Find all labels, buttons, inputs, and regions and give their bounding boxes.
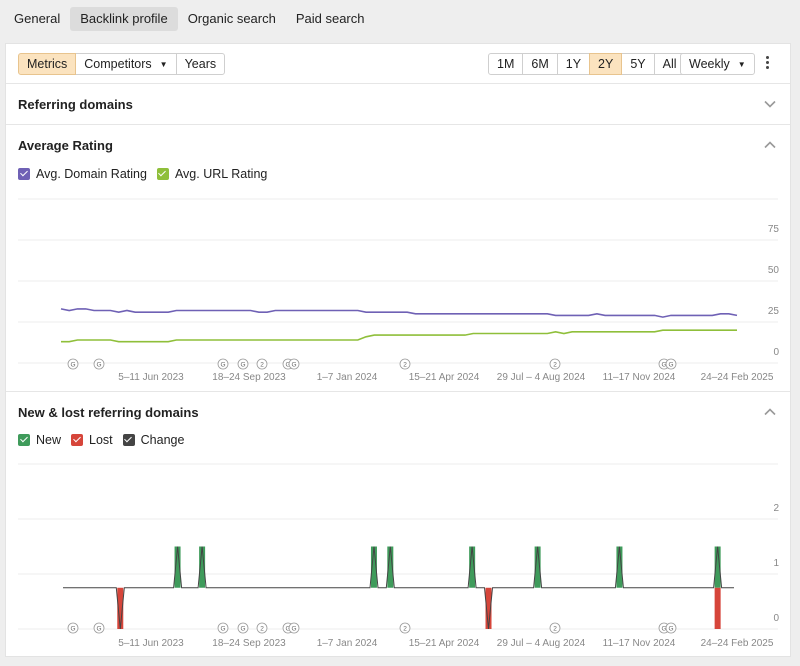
date-range-group: 1M 6M 1Y 2Y 5Y All [488,53,686,75]
x-tick-label: 29 Jul – 4 Aug 2024 [497,372,586,382]
caret-down-icon: ▼ [159,60,168,69]
annotation-label: 2 [260,362,264,369]
legend-label: Lost [89,433,113,447]
y-tick-label: 0 [773,347,779,358]
tab-general[interactable]: General [4,7,70,31]
new-lost-header[interactable]: New & lost referring domains [6,392,790,432]
annotation-label: 2 [553,626,557,633]
annotation-label: G [220,626,225,633]
y-tick-label: 0 [773,613,779,624]
annotation-label: G [291,626,296,633]
annotation-label: 2 [553,362,557,369]
more-options-icon[interactable] [766,56,770,70]
chevron-up-icon[interactable] [764,406,776,418]
x-tick-label: 15–21 Apr 2024 [409,372,480,382]
legend-domain-rating[interactable]: Avg. Domain Rating [18,167,147,181]
view-mode-group: Metrics Competitors ▼ Years [18,53,226,75]
checkbox-icon[interactable] [156,168,169,180]
interval-group: Weekly ▼ [680,53,755,75]
new-lost-title: New & lost referring domains [18,405,199,420]
y-tick-label: 1 [773,558,779,569]
x-tick-label: 18–24 Sep 2023 [212,372,286,382]
legend-label: Change [140,433,185,447]
toolbar: Metrics Competitors ▼ Years 1M 6M 1Y 2Y 5… [6,44,790,84]
legend-label: Avg. Domain Rating [36,167,147,181]
legend-url-rating[interactable]: Avg. URL Rating [156,167,268,181]
legend-change[interactable]: Change [122,433,185,447]
annotation-label: G [668,362,673,369]
chevron-down-icon[interactable] [764,98,776,110]
checkbox-icon[interactable] [71,434,84,446]
checkbox-icon[interactable] [122,434,135,446]
annotation-label: G [291,362,296,369]
y-tick-label: 2 [773,503,779,514]
x-tick-label: 11–17 Nov 2024 [603,638,676,649]
checkbox-icon[interactable] [18,434,30,446]
lost-bar [714,587,721,629]
legend-new[interactable]: New [18,433,61,447]
range-6m-button[interactable]: 6M [522,53,558,75]
tab-paid-search[interactable]: Paid search [286,7,375,31]
caret-down-icon: ▼ [737,60,746,69]
annotation-label: G [220,362,225,369]
x-tick-label: 15–21 Apr 2024 [409,638,480,649]
annotation-label: G [96,362,101,369]
referring-domains-title: Referring domains [18,97,133,112]
url-rating-line [61,329,737,343]
new-lost-legend: New Lost Change [18,433,194,447]
interval-label: Weekly [689,57,730,71]
annotation-label: G [668,626,673,633]
range-2y-button[interactable]: 2Y [589,53,623,75]
domain-rating-line [60,308,738,318]
interval-dropdown[interactable]: Weekly ▼ [680,53,755,75]
tab-organic-search[interactable]: Organic search [178,7,286,31]
x-tick-label: 1–7 Jan 2024 [317,638,378,649]
range-1m-button[interactable]: 1M [488,53,524,75]
average-rating-chart: 10075502505–11 Jun 202318–24 Sep 20231–7… [18,198,780,382]
competitors-dropdown[interactable]: Competitors ▼ [75,53,177,75]
referring-domains-header[interactable]: Referring domains [6,84,790,124]
annotation-label: 2 [260,626,264,633]
range-1y-button[interactable]: 1Y [556,53,591,75]
new-lost-chart: 32105–11 Jun 202318–24 Sep 20231–7 Jan 2… [18,463,779,649]
checkbox-icon[interactable] [18,168,30,180]
report-panel: Metrics Competitors ▼ Years 1M 6M 1Y 2Y 5… [5,43,791,657]
annotation-label: G [240,362,245,369]
legend-lost[interactable]: Lost [71,433,113,447]
y-tick-label: 50 [768,265,780,276]
y-tick-label: 25 [768,306,780,317]
annotation-label: G [70,362,75,369]
years-button[interactable]: Years [175,53,226,75]
legend-label: Avg. URL Rating [174,167,268,181]
legend-label: New [36,433,62,447]
x-tick-label: 5–11 Jun 2023 [118,638,184,649]
x-tick-label: 11–17 Nov 2024 [603,372,676,382]
annotation-label: 2 [403,362,407,369]
top-tabs: General Backlink profile Organic search … [4,7,375,31]
annotation-label: G [240,626,245,633]
x-tick-label: 24–24 Feb 2025 [701,372,774,382]
tab-backlink-profile[interactable]: Backlink profile [70,7,178,31]
metrics-button[interactable]: Metrics [18,53,77,75]
range-5y-button[interactable]: 5Y [621,53,655,75]
average-rating-title: Average Rating [18,138,113,153]
x-tick-label: 1–7 Jan 2024 [317,372,378,382]
x-tick-label: 24–24 Feb 2025 [701,638,774,649]
change-line [63,546,734,630]
x-tick-label: 29 Jul – 4 Aug 2024 [497,638,586,649]
x-tick-label: 5–11 Jun 2023 [118,372,184,382]
annotation-label: G [70,626,75,633]
competitors-label: Competitors [84,57,152,71]
y-tick-label: 75 [768,224,780,235]
average-rating-header[interactable]: Average Rating [6,125,790,165]
x-tick-label: 18–24 Sep 2023 [212,638,286,649]
annotation-label: G [96,626,101,633]
chevron-up-icon[interactable] [764,139,776,151]
annotation-label: 2 [403,626,407,633]
average-rating-legend: Avg. Domain Rating Avg. URL Rating [18,167,277,181]
